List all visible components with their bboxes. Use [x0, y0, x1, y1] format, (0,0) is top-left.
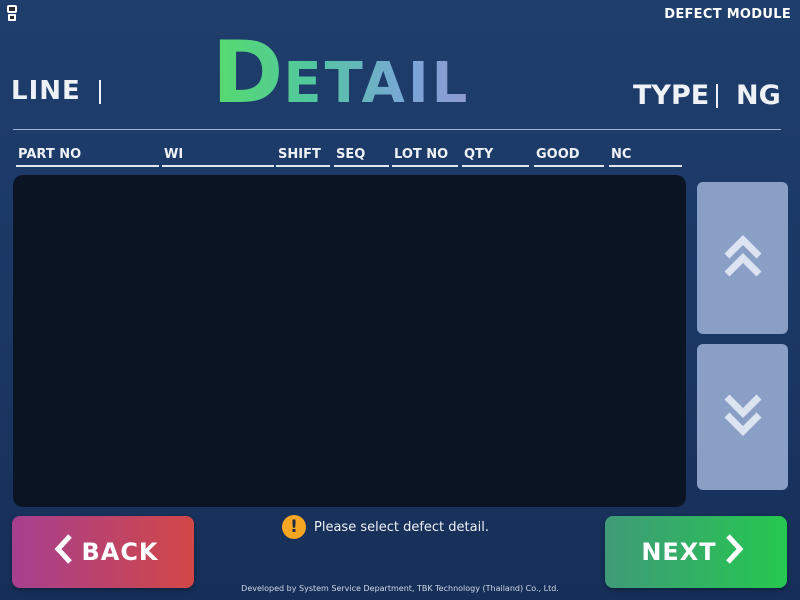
- type-value: NG: [736, 80, 781, 111]
- next-button[interactable]: NEXT: [605, 516, 787, 588]
- defect-detail-list[interactable]: [13, 175, 686, 507]
- column-header-wi: WI: [162, 147, 274, 167]
- column-header-lot-no: LOT NO: [392, 147, 458, 167]
- type-separator: [716, 84, 718, 108]
- back-button[interactable]: BACK: [12, 516, 194, 588]
- page-title: DETAIL: [212, 30, 470, 116]
- scroll-up-button[interactable]: [697, 182, 788, 334]
- next-button-label: NEXT: [641, 538, 717, 566]
- header-divider: [13, 129, 781, 130]
- app-icon: [5, 4, 19, 22]
- line-separator: [99, 80, 101, 104]
- chevron-double-up-icon: [723, 232, 763, 285]
- column-header-seq: SEQ: [334, 147, 389, 167]
- line-label: LINE: [11, 76, 81, 106]
- page-title-initial: D: [212, 23, 284, 123]
- page-title-rest: ETAIL: [283, 51, 471, 116]
- column-header-good: GOOD: [534, 147, 604, 167]
- chevron-left-icon: [47, 533, 81, 571]
- status-message: ! Please select defect detail.: [282, 515, 489, 539]
- chevron-right-icon: [717, 533, 751, 571]
- warning-icon: !: [282, 515, 306, 539]
- scroll-down-button[interactable]: [697, 344, 788, 490]
- type-label: TYPE: [633, 80, 710, 111]
- module-label: DEFECT MODULE: [664, 7, 791, 22]
- status-text: Please select defect detail.: [314, 519, 489, 535]
- column-header-qty: QTY: [462, 147, 529, 167]
- footer-credit: Developed by System Service Department, …: [241, 584, 559, 593]
- column-header-part-no: PART NO: [16, 147, 159, 167]
- chevron-double-down-icon: [723, 391, 763, 444]
- column-header-nc: NC: [609, 147, 682, 167]
- column-header-shift: SHIFT: [276, 147, 330, 167]
- back-button-label: BACK: [81, 538, 159, 566]
